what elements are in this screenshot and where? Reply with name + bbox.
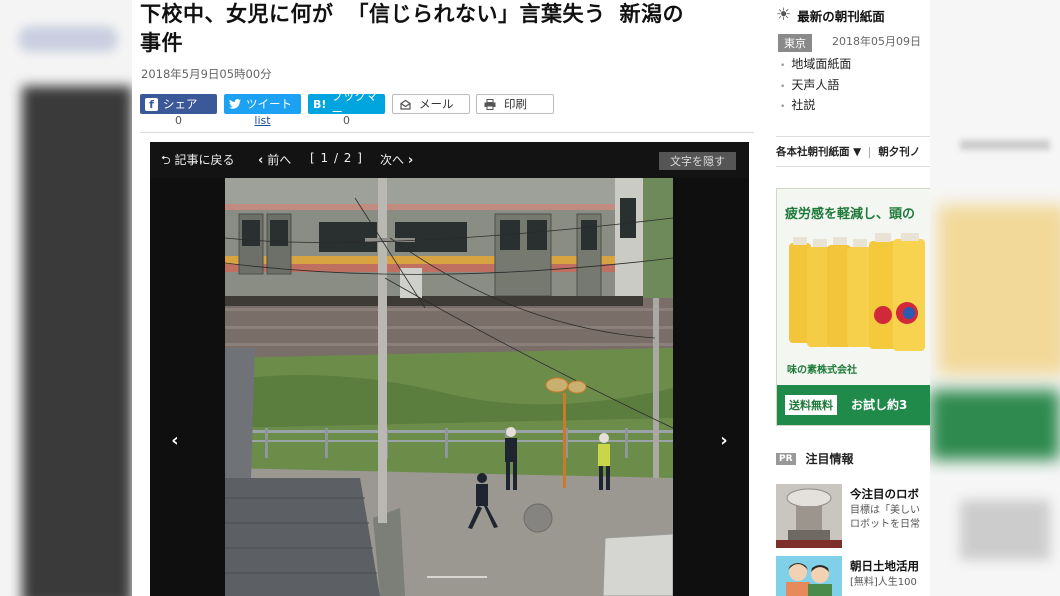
divider <box>869 146 871 158</box>
divider <box>776 166 930 167</box>
news-title: 今注目のロボ <box>850 487 919 501</box>
ad-headline: 疲労感を軽減し、頭の <box>785 207 916 222</box>
back-to-article-label: 記事に戻る <box>174 153 235 167</box>
printer-icon <box>484 98 496 110</box>
blurred-ad-shape <box>938 205 1060 375</box>
supplement-bottles-image <box>789 233 925 351</box>
tab-label: 各本社朝刊紙面 <box>776 146 850 158</box>
twitter-share-button[interactable]: ツイート <box>224 94 301 114</box>
print-button[interactable]: 印刷 <box>476 94 554 114</box>
article-column: 下校中、女児に何が 「信じられない」言葉失う 新潟の 事件 2018年5月9日05時… <box>132 0 760 596</box>
tab-morning-evening[interactable]: 朝夕刊ノ <box>878 146 920 158</box>
bullet-icon: • <box>780 102 786 112</box>
facebook-share-button[interactable]: f シェア <box>140 94 217 114</box>
chevron-left-icon: ‹ <box>171 429 179 451</box>
tab-regional-editions[interactable]: 各本社朝刊紙面 ▼ <box>776 146 861 158</box>
robot-thumbnail-image <box>776 484 842 548</box>
ad-trial-text: お試し約3 <box>851 398 908 412</box>
list-item[interactable]: • 社説 <box>780 95 851 116</box>
news-summary: [無料]人生100 <box>850 576 917 596</box>
twitter-bird-icon <box>229 99 241 109</box>
hatena-bookmark-count: 0 <box>343 114 350 127</box>
photo-next-arrow[interactable]: › <box>712 428 736 452</box>
news-summary-line: [無料]人生100 <box>850 577 917 588</box>
previous-photo-link[interactable]: ‹ 前へ <box>258 151 291 168</box>
chevron-right-icon: › <box>720 429 728 451</box>
news-summary-line <box>850 590 917 596</box>
next-photo-link[interactable]: 次へ › <box>380 151 413 168</box>
mail-share-button[interactable]: メール <box>392 94 470 114</box>
share-button-label: 印刷 <box>504 97 527 111</box>
share-button-label: ツイート <box>246 97 292 111</box>
advertisement-banner[interactable]: 疲労感を軽減し、頭の 味の素株式会社 送料無料 お試し約3 <box>776 188 930 426</box>
chevron-left-icon: ‹ <box>258 153 264 168</box>
caret-down-icon: ▼ <box>853 146 862 158</box>
headline-text: 新潟の <box>619 2 684 26</box>
ad-company-name: 味の素株式会社 <box>787 365 857 376</box>
back-to-article-link[interactable]: ⮌ 記事に戻る <box>161 151 234 172</box>
edition-tabs: 各本社朝刊紙面 ▼ 朝夕刊ノ <box>776 144 920 159</box>
photo-viewer-toolbar: ⮌ 記事に戻る ‹ 前へ [ 1 / 2 ] 次へ › 文字を隠す <box>150 142 749 178</box>
sidebar-section-title: ☀ 最新の朝刊紙面 <box>776 5 885 25</box>
sponsored-news-item[interactable]: 朝日土地活用 [無料]人生100 <box>776 556 930 596</box>
section-title-text: 最新の朝刊紙面 <box>797 8 885 24</box>
photo-prev-arrow[interactable]: ‹ <box>163 428 187 452</box>
share-button-label: シェア <box>163 97 198 111</box>
facebook-share-count: 0 <box>175 114 182 127</box>
photo-page-indicator: [ 1 / 2 ] <box>310 151 363 165</box>
divider <box>140 132 754 133</box>
headline-text: 下校中、女児に何が <box>140 2 334 26</box>
news-summary-line: 目標は「美しい <box>850 505 920 516</box>
return-arrow-icon: ⮌ <box>161 153 171 167</box>
list-item[interactable]: • 地域面紙面 <box>780 54 851 75</box>
sponsored-title-text: 注目情報 <box>805 452 854 466</box>
bullet-icon: • <box>780 81 786 92</box>
news-photo-railway-scene <box>225 178 673 596</box>
edition-city-badge: 東京 <box>778 34 812 52</box>
railway-scene-illustration <box>225 178 673 596</box>
headline-text: 「信じられない」言葉失う <box>347 2 606 26</box>
edition-link-label: 天声人語 <box>791 77 840 92</box>
edition-links: • 地域面紙面 • 天声人語 • 社説 <box>780 54 851 116</box>
headline-text: 事件 <box>140 31 183 55</box>
free-shipping-badge: 送料無料 <box>785 395 837 415</box>
blurred-left-backdrop <box>0 0 132 596</box>
chevron-right-icon: › <box>407 153 414 168</box>
mail-icon <box>400 99 411 110</box>
blurred-shape <box>960 140 1050 150</box>
photo-viewer: ⮌ 記事に戻る ‹ 前へ [ 1 / 2 ] 次へ › 文字を隠す ‹ › <box>150 142 749 596</box>
next-label: 次へ <box>380 153 405 167</box>
blurred-ad-banner <box>930 390 1060 460</box>
list-item[interactable]: • 天声人語 <box>780 75 851 96</box>
hatena-bookmark-button[interactable]: B! ブックマー <box>308 89 385 119</box>
edition-date: 2018年05月09日 <box>832 35 921 48</box>
sidebar: ☀ 最新の朝刊紙面 東京 2018年05月09日 • 地域面紙面 • 天声人語 • 社… <box>768 0 930 596</box>
article-headline: 下校中、女児に何が 「信じられない」言葉失う 新潟の 事件 <box>140 0 755 58</box>
edition-link-label: 地域面紙面 <box>791 57 852 71</box>
blurred-button-shape <box>18 26 118 52</box>
news-summary: 目標は「美しい ロボットを日常 <box>850 504 920 532</box>
hatena-bookmark-icon: B! <box>313 97 327 111</box>
hide-caption-button[interactable]: 文字を隠す <box>659 152 736 170</box>
edition-link-label: 社説 <box>791 98 816 112</box>
article-dateline: 2018年5月9日05時00分 <box>141 67 272 81</box>
facebook-icon: f <box>145 97 158 111</box>
sun-icon: ☀ <box>776 5 792 25</box>
divider <box>776 136 930 137</box>
news-title: 朝日土地活用 <box>850 559 919 573</box>
bullet-icon: • <box>780 61 786 71</box>
ad-call-to-action[interactable]: 送料無料 お試し約3 <box>777 385 930 425</box>
news-summary-line: ロボットを日常 <box>850 519 920 530</box>
sponsored-news-item[interactable]: 今注目のロボ 目標は「美しい ロボットを日常 <box>776 484 930 550</box>
twitter-list-link[interactable]: list <box>224 114 301 127</box>
share-button-label: メール <box>419 97 454 111</box>
sponsored-section-title: PR 注目情報 <box>776 450 854 467</box>
blurred-dark-panel <box>22 86 132 596</box>
pr-badge: PR <box>776 452 796 465</box>
blurred-right-backdrop <box>930 0 1060 596</box>
blurred-shape <box>960 500 1050 560</box>
family-thumbnail-image <box>776 556 842 596</box>
previous-label: 前へ <box>267 153 292 167</box>
